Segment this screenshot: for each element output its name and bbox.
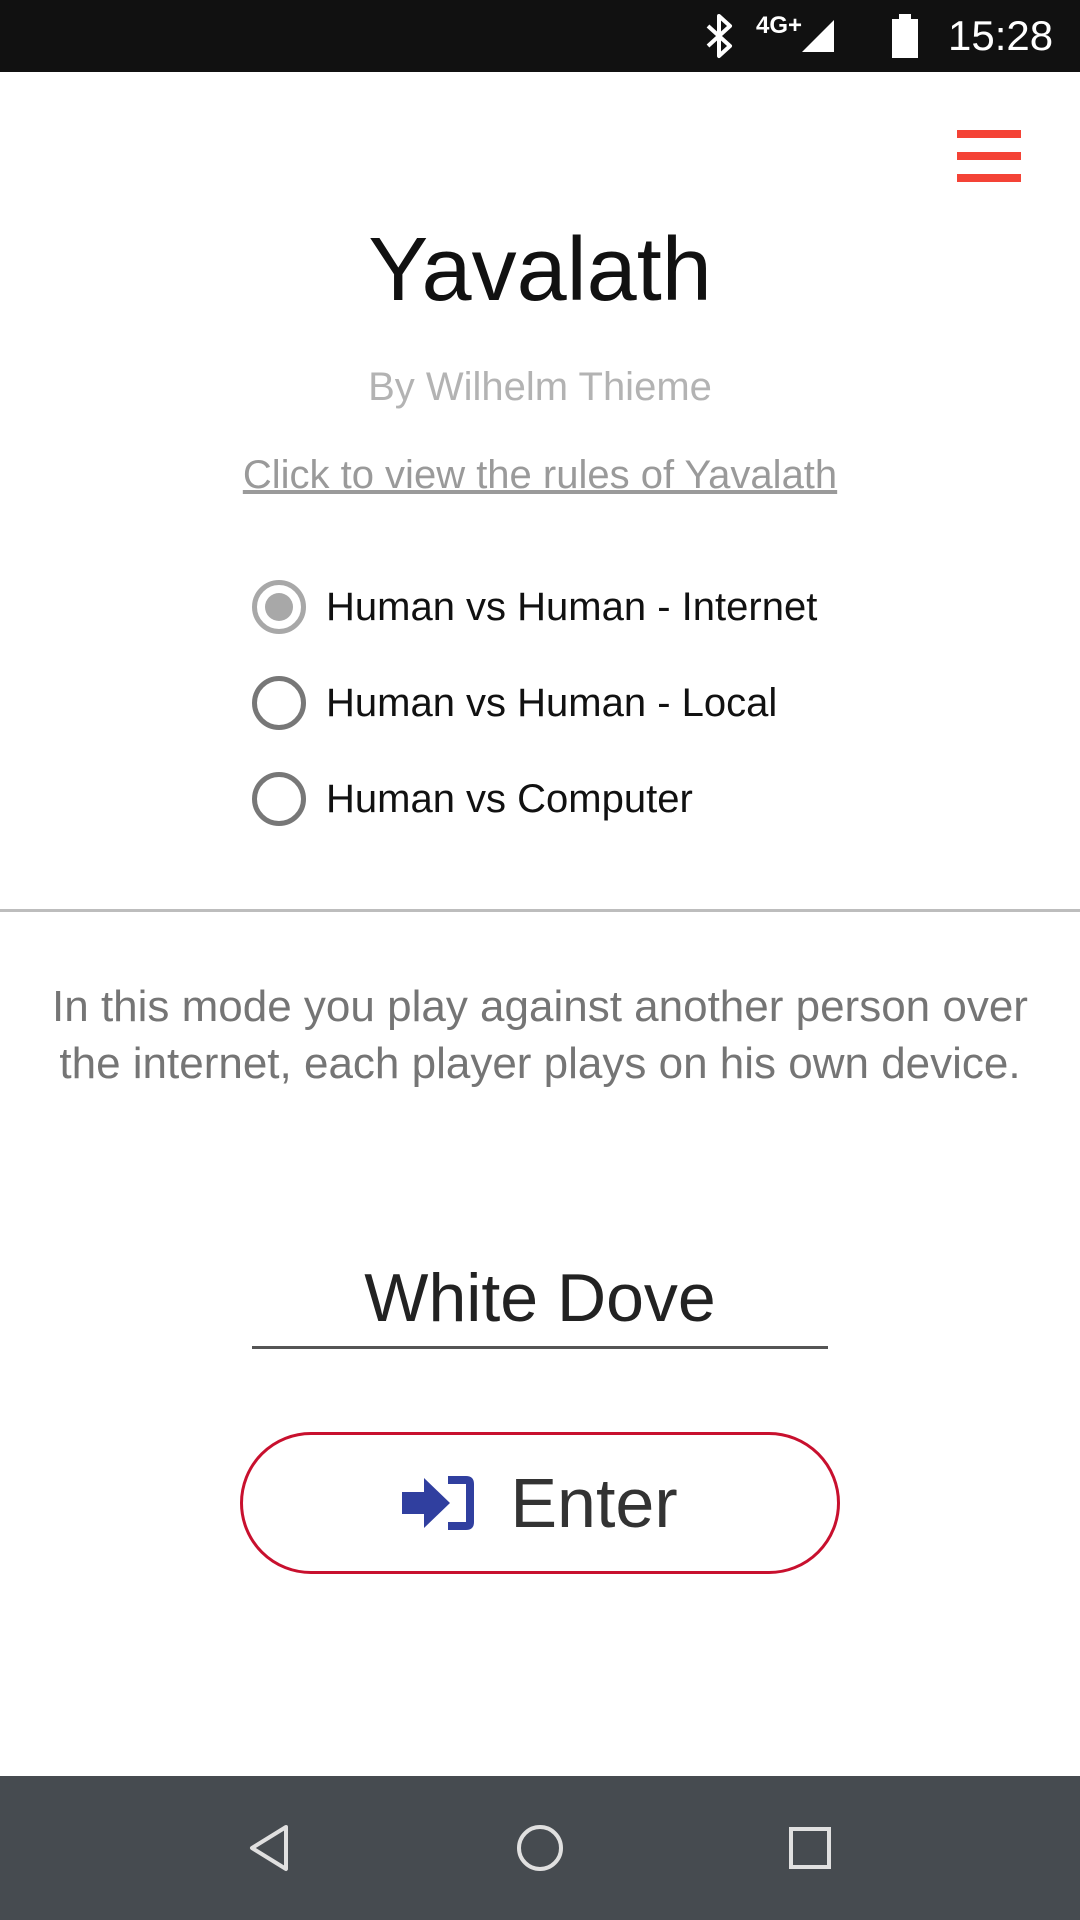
enter-button-label: Enter: [510, 1464, 678, 1542]
back-button[interactable]: [210, 1776, 330, 1920]
divider: [0, 909, 1080, 912]
hamburger-menu-icon: [957, 130, 1021, 182]
radio-button[interactable]: [252, 772, 306, 826]
bluetooth-icon: [700, 0, 740, 72]
app-title: Yavalath: [368, 220, 712, 320]
player-name-input[interactable]: [252, 1250, 828, 1349]
screen: 4G+ 15:28 Yavalath By Wilhelm Thieme Cli…: [0, 0, 1080, 1920]
radio-button-checked[interactable]: [252, 580, 306, 634]
status-bar: 4G+ 15:28: [0, 0, 1080, 72]
mode-label: Human vs Human - Local: [326, 681, 778, 725]
navigation-bar: [0, 1776, 1080, 1920]
mode-label: Human vs Human - Internet: [326, 585, 818, 629]
sign-in-icon: [402, 1474, 476, 1532]
home-icon: [517, 1825, 563, 1871]
mode-option-local[interactable]: Human vs Human - Local: [252, 668, 892, 738]
recents-button[interactable]: [750, 1776, 870, 1920]
rules-link[interactable]: Click to view the rules of Yavalath: [0, 450, 1080, 500]
signal-icon: 4G+: [756, 0, 838, 72]
menu-button[interactable]: [946, 120, 1032, 192]
mode-option-computer[interactable]: Human vs Computer: [252, 764, 892, 834]
back-icon: [250, 1825, 288, 1871]
mode-option-internet[interactable]: Human vs Human - Internet: [252, 572, 892, 642]
status-time: 15:28: [948, 12, 1054, 59]
battery-icon: [890, 0, 920, 72]
author-label: By Wilhelm Thieme: [368, 365, 712, 409]
home-button[interactable]: [480, 1776, 600, 1920]
enter-button[interactable]: Enter: [240, 1432, 840, 1574]
radio-button[interactable]: [252, 676, 306, 730]
mode-description: In this mode you play against another pe…: [52, 982, 1028, 1088]
recents-icon: [789, 1827, 831, 1869]
mode-label: Human vs Computer: [326, 777, 693, 821]
network-type-label: 4G+: [756, 12, 803, 39]
